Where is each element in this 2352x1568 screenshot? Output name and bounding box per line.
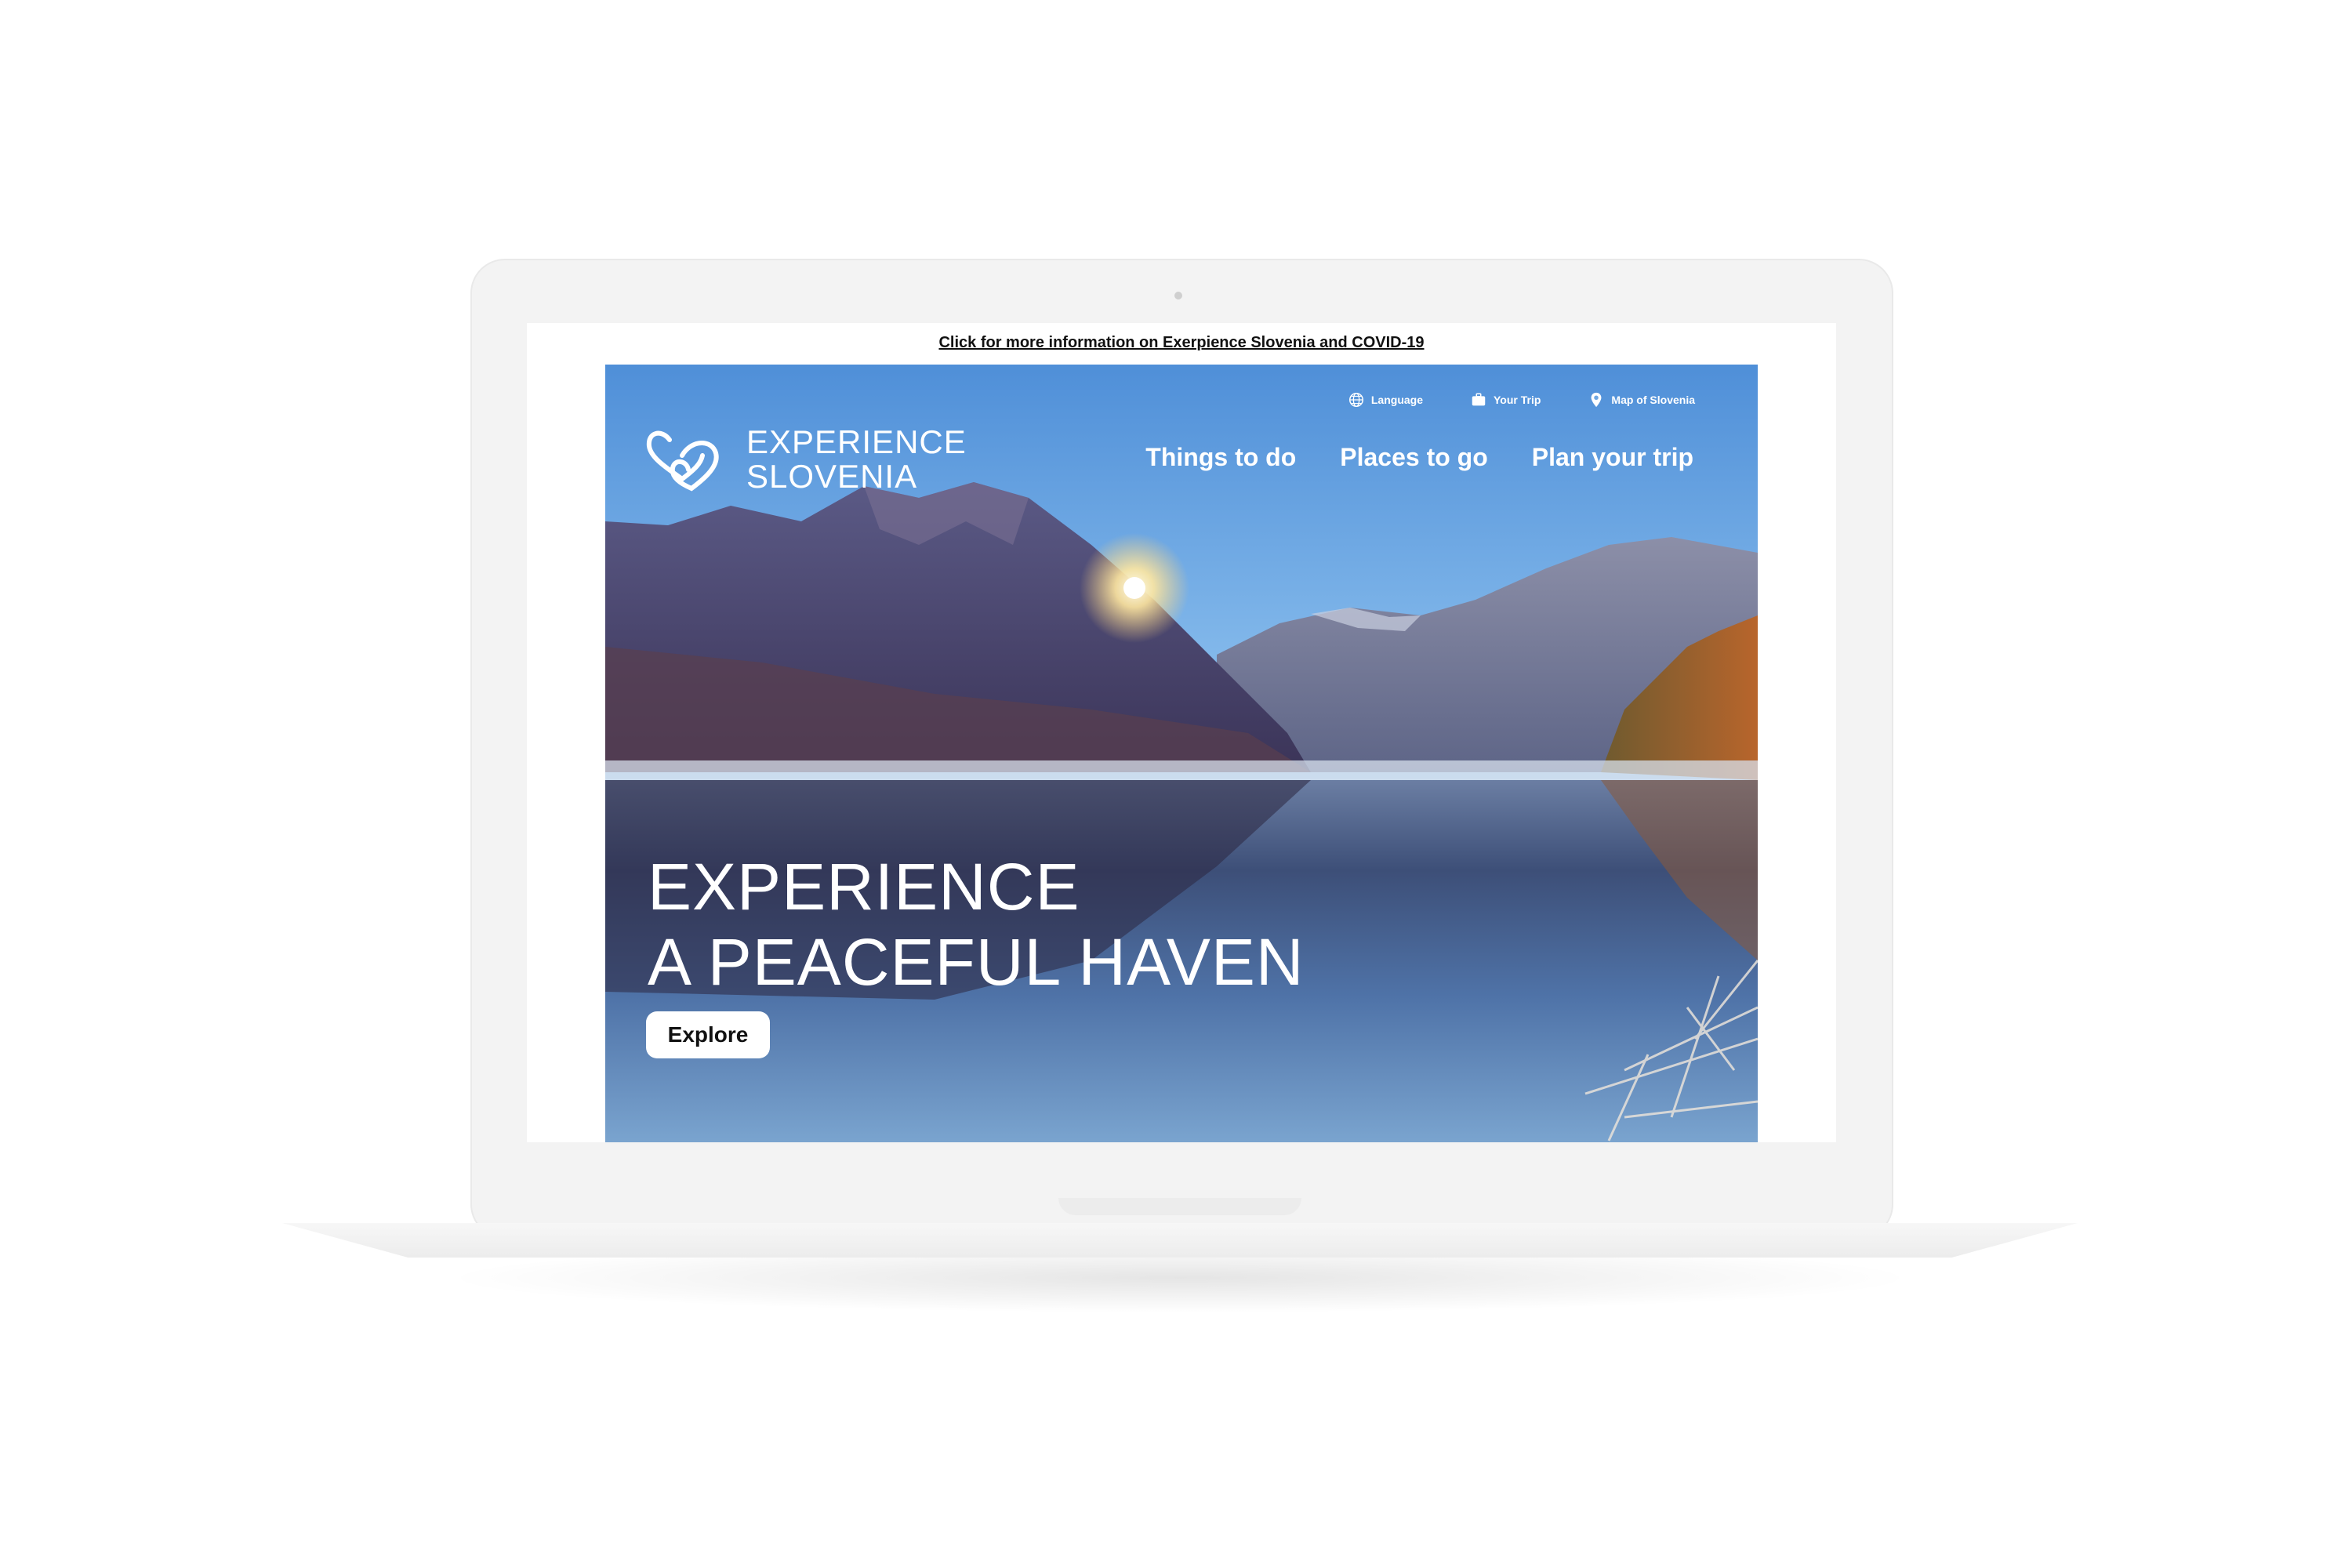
headline-line-1: EXPERIENCE [648, 850, 1080, 924]
map-label: Map of Slovenia [1611, 394, 1695, 406]
camera-dot [1174, 292, 1182, 299]
laptop-notch [1058, 1198, 1301, 1215]
main-nav: Things to do Places to go Plan your trip [1145, 443, 1693, 472]
nav-places-to-go[interactable]: Places to go [1340, 443, 1488, 472]
language-link[interactable]: Language [1348, 391, 1423, 408]
globe-icon [1348, 393, 1363, 407]
browser-viewport: Click for more information on Exerpience… [527, 323, 1836, 1142]
covid-info-link[interactable]: Click for more information on Exerpience… [527, 334, 1836, 352]
map-link[interactable]: Map of Slovenia [1588, 391, 1695, 408]
headline-line-2: A PEACEFUL HAVEN [648, 925, 1305, 999]
suitcase-icon [1472, 393, 1486, 406]
your-trip-label: Your Trip [1494, 394, 1541, 406]
double-heart-logo [646, 430, 719, 492]
utility-nav: Language Your Trip Map of Slovenia [1348, 391, 1695, 408]
your-trip-link[interactable]: Your Trip [1470, 391, 1541, 408]
map-pin-icon [1592, 392, 1602, 408]
explore-button[interactable]: Explore [646, 1011, 770, 1058]
logo-line-1: EXPERIENCE [746, 423, 967, 460]
language-label: Language [1370, 394, 1423, 406]
site-logo[interactable]: EXPERIENCE SLOVENIA [646, 424, 967, 495]
hero-section: Language Your Trip Map of Slovenia EXPER… [605, 365, 1758, 1142]
hero-headline: EXPERIENCE A PEACEFUL HAVEN [648, 849, 1305, 1000]
laptop-base [282, 1223, 2078, 1258]
logo-line-2: SLOVENIA [746, 458, 918, 495]
logo-wordmark: EXPERIENCE SLOVENIA [746, 425, 967, 494]
nav-things-to-do[interactable]: Things to do [1145, 443, 1296, 472]
nav-plan-your-trip[interactable]: Plan your trip [1532, 443, 1693, 472]
